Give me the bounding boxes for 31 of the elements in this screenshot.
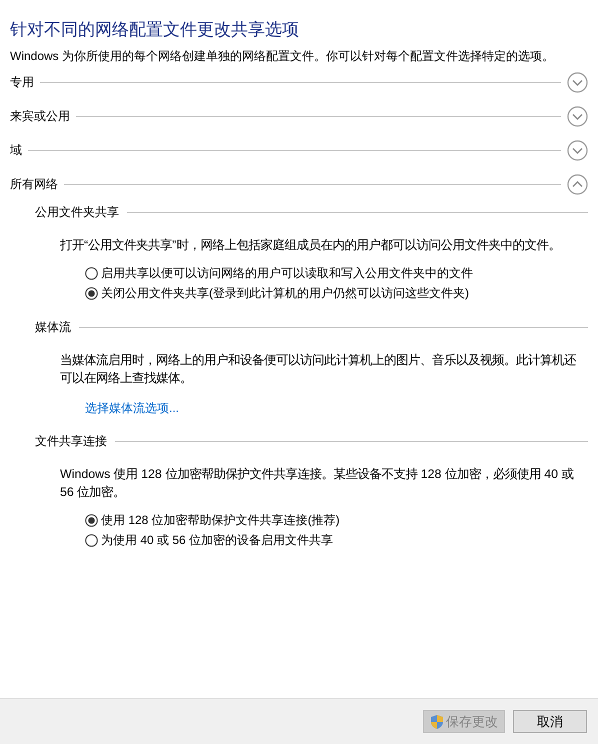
profile-heading[interactable]: 专用 — [10, 73, 34, 91]
radio-option[interactable]: 关闭公用文件夹共享(登录到此计算机的用户仍然可以访问这些文件夹) — [85, 283, 580, 303]
radio-label: 关闭公用文件夹共享(登录到此计算机的用户仍然可以访问这些文件夹) — [101, 285, 469, 302]
radio-label: 启用共享以便可以访问网络的用户可以读取和写入公用文件夹中的文件 — [101, 265, 473, 282]
shield-icon — [430, 714, 444, 730]
radio-button[interactable] — [85, 514, 98, 526]
radio-option[interactable]: 启用共享以便可以访问网络的用户可以读取和写入公用文件夹中的文件 — [85, 263, 580, 283]
radio-button[interactable] — [85, 266, 98, 280]
expand-chevron-icon[interactable] — [567, 106, 588, 126]
media-options-link[interactable]: 选择媒体流选项... — [85, 399, 180, 417]
profile-heading[interactable]: 域 — [10, 141, 22, 159]
radio-label: 为使用 40 或 56 位加密的设备启用文件共享 — [101, 532, 334, 549]
radio-label: 使用 128 位加密帮助保护文件共享连接(推荐) — [101, 512, 340, 529]
section-description: 当媒体流启用时，网络上的用户和设备便可以访问此计算机上的图片、音乐以及视频。此计算机还可以在网络上查找媒体。 — [60, 352, 577, 387]
page-title: 针对不同的网络配置文件更改共享选项 — [10, 19, 300, 41]
section-heading: 公用文件夹共享 — [35, 204, 119, 221]
section-heading: 媒体流 — [35, 319, 71, 336]
cancel-button[interactable]: 取消 — [513, 710, 587, 733]
profile-heading[interactable]: 来宾或公用 — [10, 107, 70, 125]
expand-chevron-icon[interactable] — [567, 72, 588, 92]
radio-button[interactable] — [85, 534, 98, 546]
profile-heading[interactable]: 所有网络 — [10, 175, 58, 193]
collapse-chevron-icon[interactable] — [567, 174, 588, 194]
radio-option[interactable]: 使用 128 位加密帮助保护文件共享连接(推荐) — [85, 510, 580, 530]
section-description: 打开“公用文件夹共享”时，网络上包括家庭组成员在内的用户都可以访问公用文件夹中的文件。 — [60, 237, 562, 254]
radio-option[interactable]: 为使用 40 或 56 位加密的设备启用文件共享 — [85, 530, 580, 550]
page-description: Windows 为你所使用的每个网络创建单独的网络配置文件。你可以针对每个配置文件选择特定的选项。 — [10, 48, 556, 65]
radio-button[interactable] — [85, 286, 98, 300]
section-heading: 文件共享连接 — [35, 433, 107, 450]
section-description: Windows 使用 128 位加密帮助保护文件共享连接。某些设备不支持 128 位加密，必须使用 40 或 56 位加密。 — [60, 466, 574, 501]
expand-chevron-icon[interactable] — [567, 140, 588, 160]
